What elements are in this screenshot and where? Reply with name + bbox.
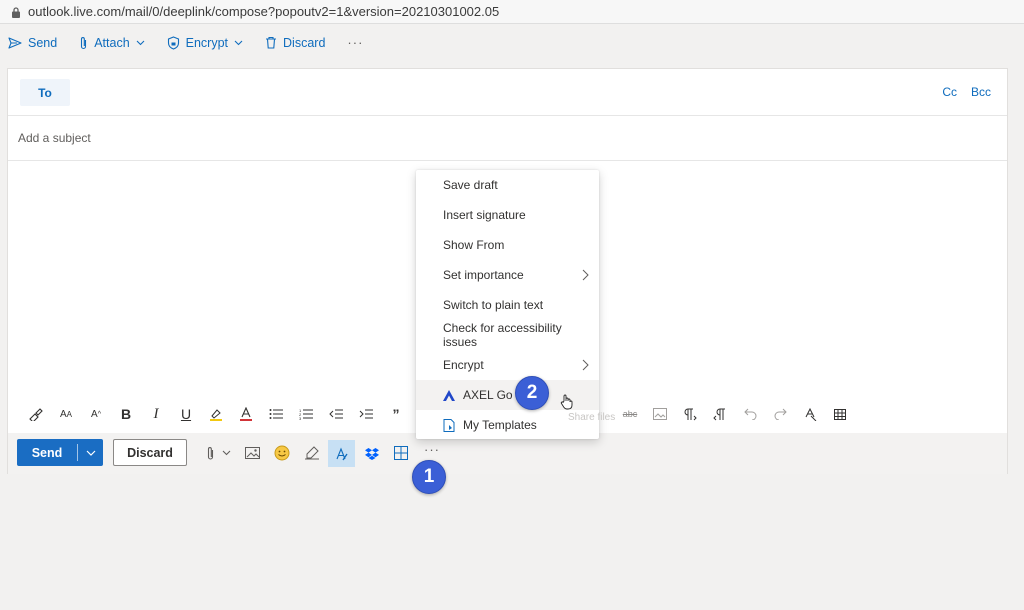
paperclip-icon — [81, 36, 87, 49]
cc-button[interactable]: Cc — [942, 85, 957, 99]
underline-icon[interactable]: U — [176, 404, 196, 424]
menu-item-label: Show From — [443, 238, 505, 252]
menu-item-set-importance[interactable]: Set importance — [416, 260, 599, 290]
more-options-button[interactable]: ··· — [347, 35, 363, 50]
menu-item-label: Set importance — [443, 268, 524, 282]
menu-item-label: Insert signature — [443, 208, 526, 222]
subject-field[interactable]: Add a subject — [8, 116, 1007, 161]
font-size-icon[interactable]: AA — [56, 404, 76, 424]
menu-item-show-from[interactable]: Show From — [416, 230, 599, 260]
dropbox-icon[interactable] — [362, 443, 382, 463]
menu-item-label: Check for accessibility issues — [443, 321, 562, 349]
formatting-toolbar-right: abc — [596, 395, 860, 433]
attach-command[interactable]: Attach — [79, 35, 145, 50]
svg-text:3: 3 — [299, 416, 302, 420]
menu-item-label: AXEL Go — [463, 388, 513, 402]
highlight-icon[interactable] — [206, 404, 226, 424]
send-command[interactable]: Send — [8, 36, 57, 50]
menu-item-insert-signature[interactable]: Insert signature — [416, 200, 599, 230]
bullets-icon[interactable] — [266, 404, 286, 424]
axel-go-icon — [443, 389, 455, 401]
insert-picture-icon[interactable] — [242, 443, 262, 463]
command-bar: Send Attach Encrypt Discard ··· — [0, 24, 1024, 61]
menu-item-label: My Templates — [463, 418, 537, 432]
send-options-dropdown[interactable] — [78, 450, 103, 456]
menu-item-label: Switch to plain text — [443, 298, 544, 312]
bcc-button[interactable]: Bcc — [971, 85, 991, 99]
chevron-down-icon — [86, 450, 95, 456]
step-1-badge: 1 — [412, 460, 446, 494]
chevron-down-icon — [234, 40, 243, 45]
to-row: To Cc Bcc — [8, 69, 1007, 116]
subject-placeholder: Add a subject — [18, 131, 91, 145]
clear-formatting-icon[interactable] — [800, 404, 820, 424]
undo-icon[interactable] — [740, 404, 760, 424]
increase-indent-icon[interactable] — [356, 404, 376, 424]
grow-font-icon[interactable]: A ^ — [86, 404, 106, 424]
more-actions-button[interactable]: ··· — [424, 442, 440, 457]
browser-url: outlook.live.com/mail/0/deeplink/compose… — [28, 4, 500, 19]
hand-cursor-icon — [560, 394, 574, 415]
chevron-down-icon — [136, 40, 145, 45]
chevron-right-icon — [582, 359, 589, 371]
strikethrough-icon[interactable]: abc — [620, 404, 640, 424]
emoji-icon[interactable] — [272, 443, 292, 463]
discard-button[interactable]: Discard — [113, 439, 187, 466]
trash-icon — [266, 36, 277, 49]
chevron-right-icon — [582, 269, 589, 281]
apps-grid-icon[interactable] — [391, 443, 411, 463]
discard-command-label: Discard — [283, 35, 326, 50]
editor-icon[interactable] — [328, 440, 355, 467]
ltr-icon[interactable] — [680, 404, 700, 424]
menu-item-accessibility[interactable]: Check for accessibility issues — [416, 320, 599, 350]
insert-picture-inline-icon[interactable] — [650, 404, 670, 424]
encrypt-command[interactable]: Encrypt — [167, 36, 243, 50]
table-icon[interactable] — [830, 404, 850, 424]
chevron-down-icon[interactable] — [216, 443, 236, 463]
send-button[interactable]: Send — [17, 439, 103, 466]
encrypt-command-label: Encrypt — [185, 35, 229, 50]
discard-command[interactable]: Discard — [265, 36, 325, 50]
signature-pen-icon[interactable] — [302, 443, 322, 463]
menu-item-save-draft[interactable]: Save draft — [416, 170, 599, 200]
share-files-tooltip: Share files — [568, 412, 616, 423]
numbering-icon[interactable]: 123 — [296, 404, 316, 424]
format-painter-icon[interactable] — [26, 404, 46, 424]
menu-item-label: Save draft — [443, 178, 498, 192]
lock-icon — [12, 6, 20, 18]
quote-icon[interactable]: ” — [386, 404, 406, 424]
italic-icon[interactable]: I — [146, 404, 166, 424]
to-button[interactable]: To — [20, 79, 70, 106]
attach-command-label: Attach — [94, 35, 130, 50]
templates-icon — [443, 418, 455, 432]
menu-item-label: Encrypt — [443, 358, 484, 372]
rtl-icon[interactable] — [710, 404, 730, 424]
redo-icon[interactable] — [770, 404, 790, 424]
font-color-icon[interactable] — [236, 404, 256, 424]
bold-icon[interactable]: B — [116, 404, 136, 424]
send-button-label: Send — [31, 445, 63, 460]
shield-lock-icon — [167, 35, 179, 50]
cc-bcc-links: Cc Bcc — [942, 85, 991, 99]
step-2-badge: 2 — [515, 376, 549, 410]
browser-url-bar[interactable]: outlook.live.com/mail/0/deeplink/compose… — [0, 0, 1024, 24]
decrease-indent-icon[interactable] — [326, 404, 346, 424]
send-command-label: Send — [28, 35, 58, 50]
menu-item-plain-text[interactable]: Switch to plain text — [416, 290, 599, 320]
send-icon — [8, 36, 22, 49]
menu-item-encrypt[interactable]: Encrypt — [416, 350, 599, 380]
